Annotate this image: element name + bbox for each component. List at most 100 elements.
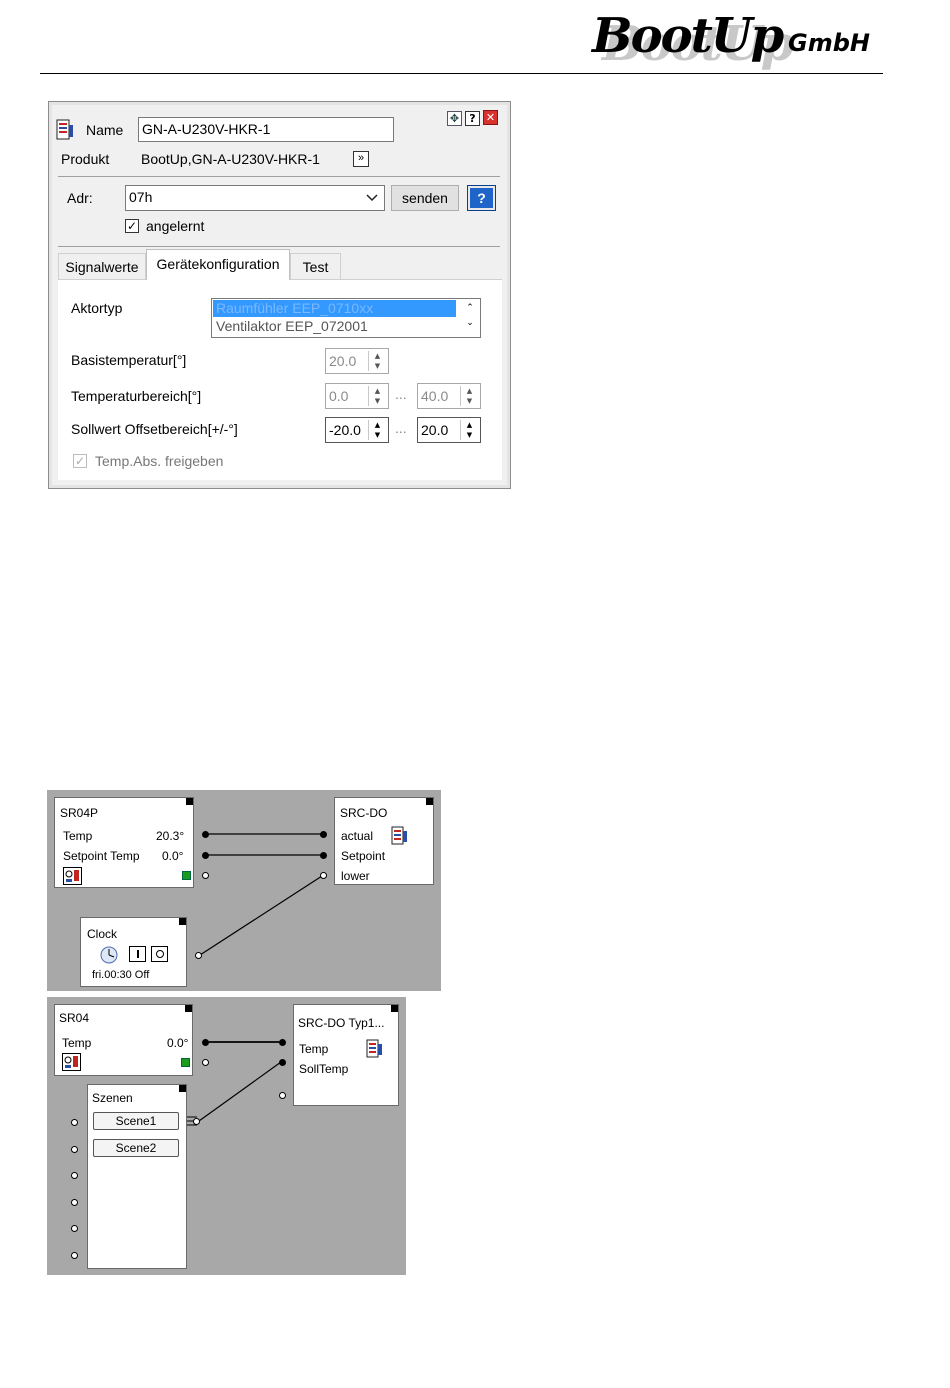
input-port[interactable] bbox=[71, 1252, 78, 1259]
sr04-block[interactable]: SR04 Temp 0.0° bbox=[54, 1004, 193, 1076]
device-icon bbox=[391, 826, 407, 845]
learned-checkbox[interactable]: ✓ bbox=[125, 219, 139, 233]
close-icon[interactable]: ✕ bbox=[483, 110, 498, 125]
divider bbox=[58, 246, 500, 247]
output-port[interactable] bbox=[202, 831, 209, 838]
block-corner bbox=[426, 798, 433, 805]
output-port[interactable] bbox=[202, 872, 209, 879]
temp-range-min-value: 0.0 bbox=[329, 388, 349, 404]
temp-range-max-value: 40.0 bbox=[421, 388, 449, 404]
actuator-type-list[interactable]: Raumfühler EEP_0710xx Ventilaktor EEP_07… bbox=[211, 298, 481, 338]
base-temp-value: 20.0 bbox=[329, 353, 357, 369]
temp-range-max-spinner[interactable]: 40.0 ▲ ▼ bbox=[417, 383, 481, 409]
range-separator: ... bbox=[395, 420, 407, 436]
help-icon[interactable]: ? bbox=[465, 111, 480, 126]
signal-value: 20.3° bbox=[156, 829, 185, 843]
scenes-block[interactable]: Szenen Scene1 Scene2 bbox=[87, 1084, 187, 1269]
output-port[interactable] bbox=[193, 1118, 200, 1125]
base-temp-spinner[interactable]: 20.0 ▲ ▼ bbox=[325, 348, 389, 374]
output-port[interactable] bbox=[202, 852, 209, 859]
input-port[interactable] bbox=[279, 1039, 286, 1046]
sr04p-block[interactable]: SR04P Temp 20.3° Setpoint Temp 0.0° bbox=[54, 797, 194, 888]
input-port[interactable] bbox=[71, 1172, 78, 1179]
temp-abs-checkbox[interactable]: ✓ bbox=[73, 454, 87, 468]
input-port[interactable] bbox=[71, 1119, 78, 1126]
signal-label: Temp bbox=[63, 829, 93, 843]
block-corner bbox=[185, 1005, 192, 1012]
base-temp-label: Basistemperatur[°] bbox=[71, 352, 187, 368]
tab-device-config[interactable]: Gerätekonfiguration bbox=[146, 249, 290, 280]
spin-arrows-icon[interactable]: ▲ ▼ bbox=[460, 386, 478, 406]
scene1-button[interactable]: Scene1 bbox=[93, 1112, 179, 1130]
clock-block[interactable]: Clock fri.00:30 Off bbox=[80, 917, 187, 987]
offset-range-label: Sollwert Offsetbereich[+/-°] bbox=[71, 421, 238, 437]
offset-min-value: -20.0 bbox=[329, 422, 361, 438]
output-port[interactable] bbox=[202, 1039, 209, 1046]
adr-select[interactable]: 07h bbox=[125, 185, 385, 211]
output-port[interactable] bbox=[202, 1059, 209, 1066]
logo-text: BootUp bbox=[592, 8, 784, 64]
input-port[interactable] bbox=[71, 1225, 78, 1232]
src-do-typ1-block[interactable]: SRC-DO Typ1... Temp SollTemp bbox=[293, 1004, 399, 1106]
input-port[interactable] bbox=[320, 872, 327, 879]
sensor-icon bbox=[63, 867, 82, 885]
input-port[interactable] bbox=[71, 1199, 78, 1206]
logic-diagram-2[interactable]: SR04 Temp 0.0° SRC-DO Typ1... Temp SollT… bbox=[47, 997, 406, 1275]
sensor-icon bbox=[62, 1053, 81, 1071]
src-do-block[interactable]: SRC-DO actual Setpoint lower bbox=[334, 797, 434, 885]
tab-signal-values[interactable]: Signalwerte bbox=[58, 253, 146, 280]
block-title: SR04 bbox=[59, 1011, 90, 1025]
scroll-arrows-icon[interactable]: ⌃ ⌄ bbox=[464, 301, 476, 331]
product-value: BootUp,GN-A-U230V-HKR-1 bbox=[141, 151, 320, 167]
adr-value: 07h bbox=[129, 189, 153, 205]
actuator-option[interactable]: Ventilaktor EEP_072001 bbox=[216, 318, 368, 334]
offset-min-spinner[interactable]: -20.0 ▲ ▼ bbox=[325, 417, 389, 443]
product-label: Produkt bbox=[61, 151, 110, 167]
device-icon bbox=[366, 1039, 382, 1058]
input-port[interactable] bbox=[320, 831, 327, 838]
status-led-icon bbox=[181, 1058, 190, 1067]
spin-arrows-icon[interactable]: ▲ ▼ bbox=[368, 420, 386, 440]
input-label: Temp bbox=[299, 1042, 329, 1056]
device-icon bbox=[56, 119, 73, 140]
move-icon[interactable]: ✥ bbox=[447, 111, 462, 126]
send-button[interactable]: senden bbox=[391, 185, 459, 211]
spin-arrows-icon[interactable]: ▲ ▼ bbox=[368, 386, 386, 406]
name-input[interactable]: GN-A-U230V-HKR-1 bbox=[138, 117, 394, 142]
block-title: Clock bbox=[87, 927, 118, 941]
tab-test[interactable]: Test bbox=[290, 253, 341, 280]
input-label: lower bbox=[341, 869, 370, 883]
reset-icon[interactable] bbox=[151, 946, 168, 962]
block-title: SRC-DO Typ1... bbox=[298, 1016, 385, 1030]
input-port[interactable] bbox=[71, 1146, 78, 1153]
config-panel: Aktortyp Raumfühler EEP_0710xx Ventilakt… bbox=[58, 279, 502, 480]
offset-max-value: 20.0 bbox=[421, 422, 449, 438]
signal-label: Temp bbox=[62, 1036, 92, 1050]
input-port[interactable] bbox=[320, 852, 327, 859]
learned-label: angelernt bbox=[146, 218, 205, 234]
output-port[interactable] bbox=[195, 952, 202, 959]
input-label: Setpoint bbox=[341, 849, 386, 863]
scene2-button[interactable]: Scene2 bbox=[93, 1139, 179, 1157]
signal-label: Setpoint Temp bbox=[63, 849, 140, 863]
chevron-down-icon bbox=[366, 194, 378, 202]
block-corner bbox=[391, 1005, 398, 1012]
input-port[interactable] bbox=[279, 1092, 286, 1099]
adr-label: Adr: bbox=[67, 190, 93, 206]
clock-icon bbox=[100, 946, 118, 964]
spin-arrows-icon[interactable]: ▲ ▼ bbox=[460, 420, 478, 440]
offset-max-spinner[interactable]: 20.0 ▲ ▼ bbox=[417, 417, 481, 443]
status-led-icon bbox=[182, 871, 191, 880]
input-port[interactable] bbox=[279, 1059, 286, 1066]
company-logo: BootUp BootUp GmbH bbox=[592, 8, 882, 72]
pause-icon[interactable] bbox=[129, 946, 146, 962]
actuator-type-label: Aktortyp bbox=[71, 300, 123, 316]
temp-range-min-spinner[interactable]: 0.0 ▲ ▼ bbox=[325, 383, 389, 409]
actuator-option-selected[interactable]: Raumfühler EEP_0710xx bbox=[213, 300, 456, 317]
signal-value: 0.0° bbox=[167, 1036, 189, 1050]
spin-arrows-icon[interactable]: ▲ ▼ bbox=[368, 351, 386, 371]
product-more-button[interactable]: » bbox=[353, 151, 369, 167]
logic-diagram-1[interactable]: SR04P Temp 20.3° Setpoint Temp 0.0° SRC-… bbox=[47, 790, 441, 991]
help-button[interactable]: ? bbox=[467, 185, 496, 211]
clock-status: fri.00:30 Off bbox=[92, 969, 150, 981]
